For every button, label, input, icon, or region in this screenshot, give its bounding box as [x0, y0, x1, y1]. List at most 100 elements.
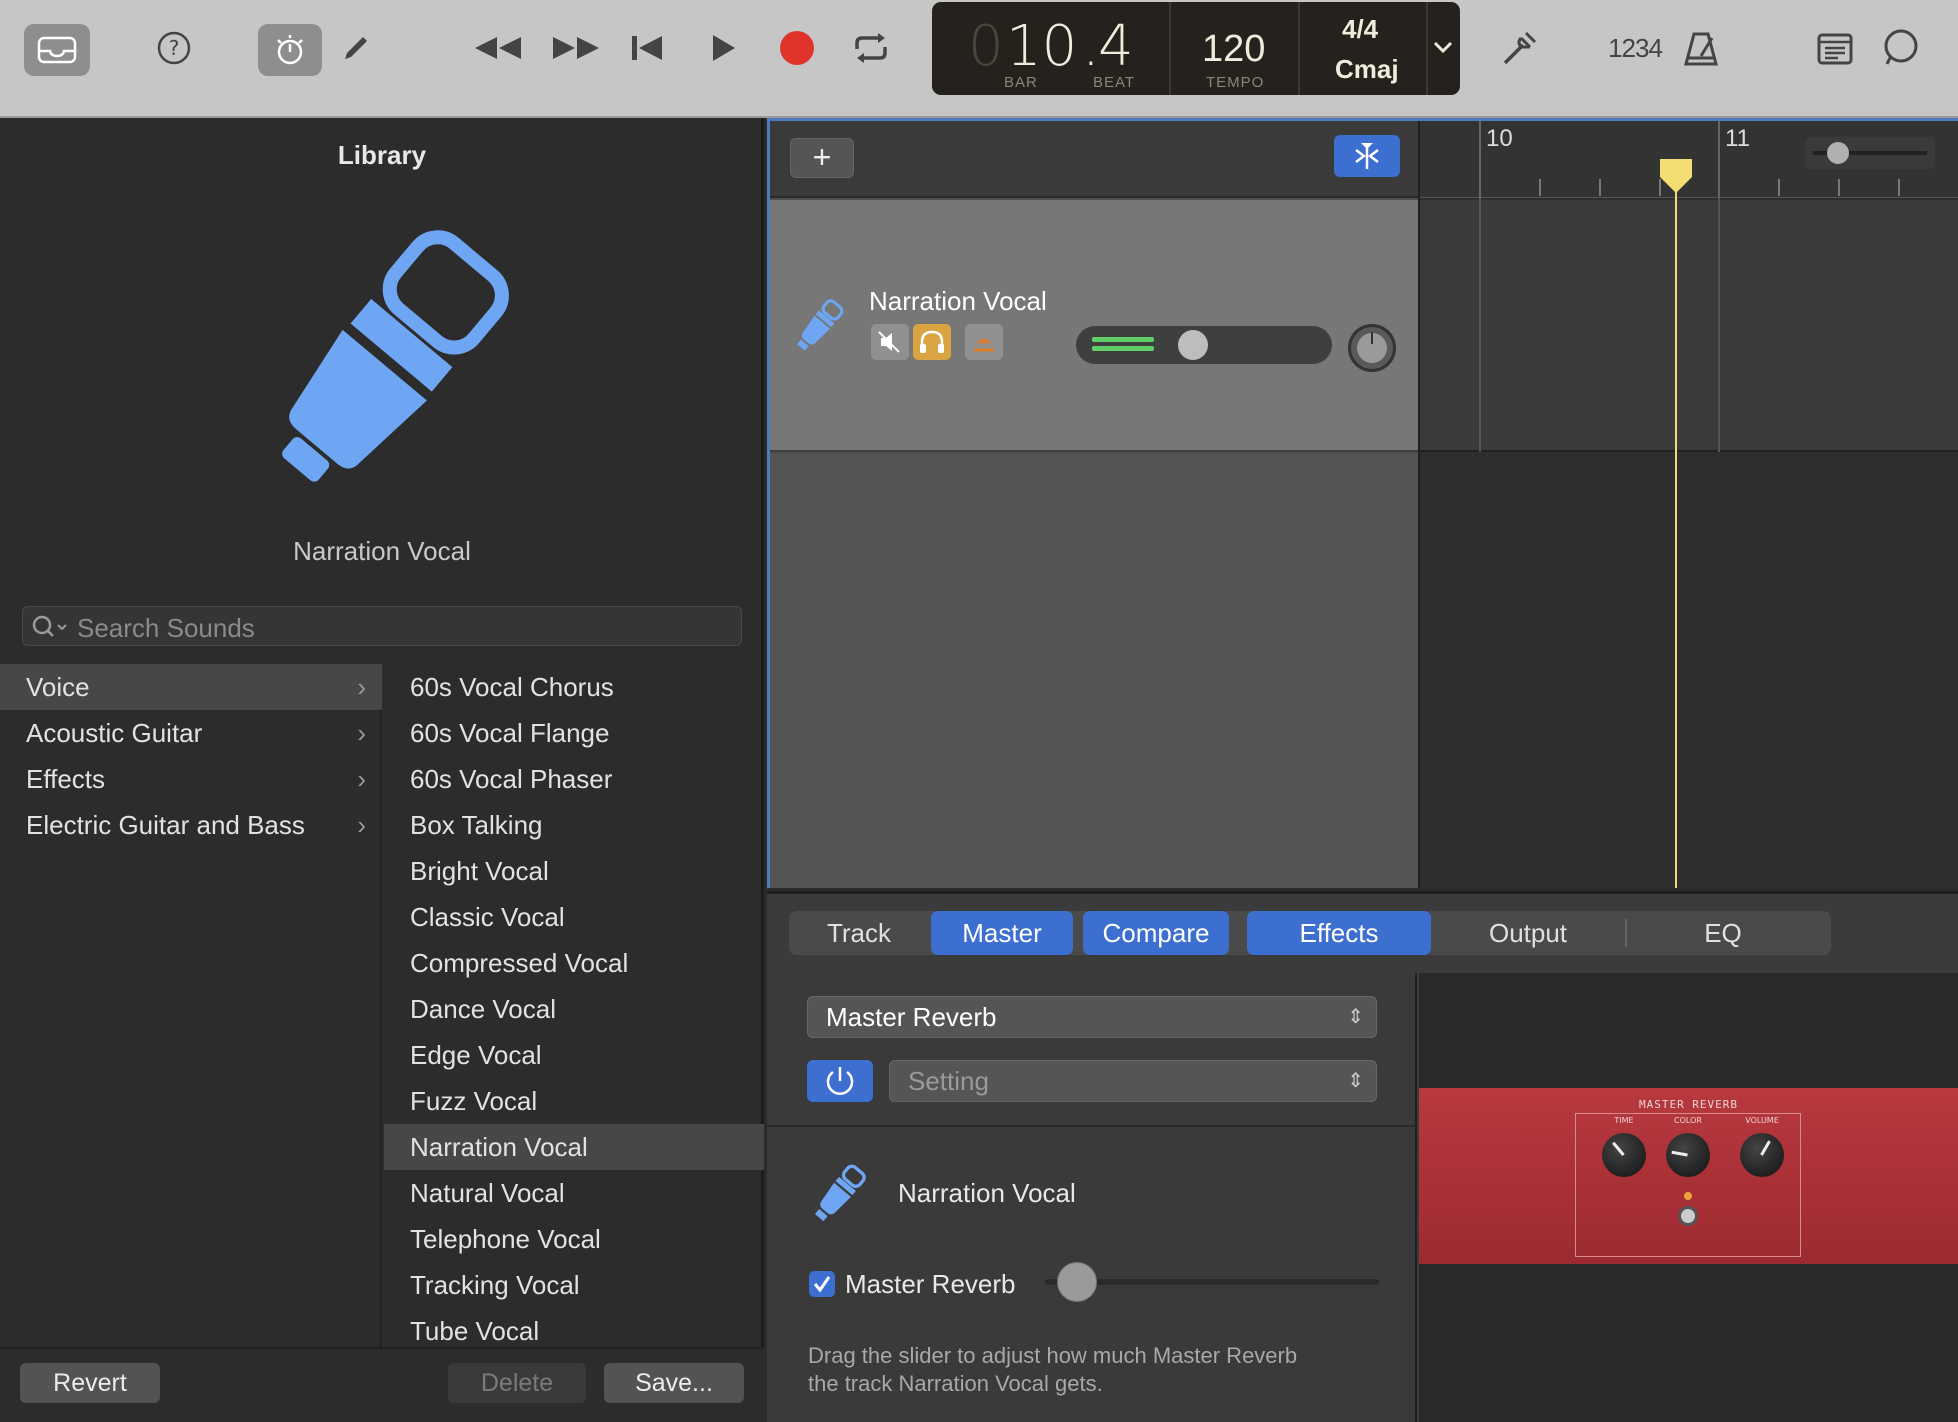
empty-track-area[interactable] [770, 454, 1418, 888]
chevron-right-icon: › [357, 672, 366, 702]
sound-list: 60s Vocal Chorus 60s Vocal Flange 60s Vo… [384, 664, 764, 1347]
sound-item[interactable]: Tracking Vocal [384, 1262, 764, 1308]
tab-output[interactable]: Output [1437, 911, 1619, 955]
sound-item[interactable]: Dance Vocal [384, 986, 764, 1032]
master-reverb-checkbox[interactable] [809, 1271, 835, 1297]
tab-track[interactable]: Track [789, 911, 929, 955]
category-item-electric-guitar-and-bass[interactable]: Electric Guitar and Bass › [0, 802, 382, 848]
lcd-bar-value: 10 [1006, 14, 1078, 79]
lcd-display[interactable]: 0 10 . 4 BAR BEAT 120 TEMPO 4/4 Cmaj [932, 2, 1460, 95]
headphones-icon [920, 330, 944, 353]
volume-knob[interactable] [1740, 1133, 1784, 1177]
key-value[interactable]: Cmaj [1335, 54, 1399, 85]
category-item-acoustic-guitar[interactable]: Acoustic Guitar › [0, 710, 382, 756]
notepad-icon [1817, 33, 1853, 65]
input-monitoring-button[interactable] [965, 324, 1003, 360]
category-item-voice[interactable]: Voice › [0, 664, 382, 710]
library-panel: Library Narration Vocal Search Sounds Vo… [0, 118, 764, 1422]
playhead-line[interactable] [1675, 161, 1677, 888]
loop-browser-button[interactable] [1876, 24, 1926, 72]
editors-button[interactable] [336, 28, 376, 68]
smart-controls-button[interactable] [258, 24, 322, 76]
sound-item[interactable]: Tube Vocal [384, 1308, 764, 1347]
record-button[interactable] [774, 26, 820, 70]
add-track-button[interactable]: + [790, 138, 854, 178]
mute-button[interactable] [871, 324, 909, 360]
footswitch[interactable] [1678, 1206, 1698, 1226]
category-list: Voice › Acoustic Guitar › Effects › Elec… [0, 664, 382, 1347]
effect-select[interactable]: Master Reverb ⇕ [807, 996, 1377, 1038]
sound-item[interactable]: Compressed Vocal [384, 940, 764, 986]
tab-master[interactable]: Master [931, 911, 1073, 955]
playhead-handle[interactable] [1658, 157, 1694, 195]
track-header-toolbar: + [770, 121, 1418, 198]
effects-view: MASTER REVERB TIME COLOR VOLUME [1419, 973, 1958, 1422]
help-button[interactable]: ? [154, 28, 194, 68]
sound-item[interactable]: 60s Vocal Phaser [384, 756, 764, 802]
metronome-button[interactable] [1678, 26, 1724, 72]
notepad-button[interactable] [1810, 26, 1860, 72]
rewind-icon [475, 37, 521, 59]
save-button[interactable]: Save... [604, 1363, 744, 1403]
pan-knob[interactable] [1348, 324, 1396, 372]
sound-item[interactable]: Bright Vocal [384, 848, 764, 894]
sound-item[interactable]: Edge Vocal [384, 1032, 764, 1078]
track-header-narration-vocal[interactable]: Narration Vocal [770, 200, 1418, 452]
track-lane[interactable] [1420, 200, 1958, 452]
level-meter [1092, 346, 1154, 351]
library-toggle-button[interactable] [24, 24, 90, 76]
setting-select[interactable]: Setting ⇕ [889, 1060, 1377, 1102]
tuner-button[interactable] [1494, 26, 1544, 72]
search-placeholder: Search Sounds [77, 613, 255, 643]
lcd-menu-chevron[interactable] [1430, 32, 1458, 66]
sound-item[interactable]: 60s Vocal Flange [384, 710, 764, 756]
zoom-slider[interactable] [1805, 137, 1935, 169]
color-knob[interactable] [1666, 1133, 1710, 1177]
sound-item[interactable]: Box Talking [384, 802, 764, 848]
setting-select-value: Setting [908, 1066, 989, 1096]
lcd-beat-label: BEAT [1093, 74, 1136, 91]
search-sounds-field[interactable]: Search Sounds [22, 606, 742, 646]
revert-button[interactable]: Revert [20, 1363, 160, 1403]
tempo-value[interactable]: 120 [1202, 28, 1265, 71]
effect-power-button[interactable] [807, 1060, 873, 1102]
count-in-button[interactable]: 1234 [1604, 28, 1666, 68]
compare-button[interactable]: Compare [1083, 911, 1229, 955]
timeline[interactable]: 10 11 [1418, 121, 1958, 888]
up-down-chevron-icon: ⇕ [1347, 1006, 1364, 1028]
fast-forward-button[interactable] [548, 26, 604, 70]
sound-item[interactable]: Natural Vocal [384, 1170, 764, 1216]
sound-item[interactable]: Telephone Vocal [384, 1216, 764, 1262]
delete-button[interactable]: Delete [448, 1363, 586, 1403]
knob-pointer [1612, 1141, 1625, 1156]
sound-item[interactable]: Classic Vocal [384, 894, 764, 940]
pedal-title: MASTER REVERB [1638, 1098, 1739, 1111]
master-reverb-slider-thumb[interactable] [1057, 1262, 1097, 1302]
master-reverb-pedal[interactable]: MASTER REVERB TIME COLOR VOLUME [1419, 1088, 1958, 1264]
cycle-button[interactable] [846, 26, 896, 70]
help-text-line-2: the track Narration Vocal gets. [808, 1371, 1103, 1396]
tracks-area: + Narration Vocal 10 11 [767, 118, 1958, 888]
time-signature-value[interactable]: 4/4 [1342, 14, 1378, 45]
category-item-effects[interactable]: Effects › [0, 756, 382, 802]
effect-select-value: Master Reverb [826, 1002, 997, 1032]
play-button[interactable] [700, 26, 746, 70]
zoom-slider-thumb[interactable] [1827, 142, 1849, 164]
sound-item[interactable]: Fuzz Vocal [384, 1078, 764, 1124]
tab-effects[interactable]: Effects [1247, 911, 1431, 955]
sound-item[interactable]: 60s Vocal Chorus [384, 664, 764, 710]
catch-playhead-button[interactable] [1334, 135, 1400, 177]
knob-pointer [1671, 1150, 1688, 1157]
knob-volume-label: VOLUME [1745, 1116, 1779, 1125]
master-reverb-slider[interactable] [1045, 1262, 1379, 1302]
tab-eq[interactable]: EQ [1631, 911, 1815, 955]
category-label: Acoustic Guitar [26, 718, 203, 748]
sound-item-selected[interactable]: Narration Vocal [384, 1124, 764, 1170]
time-knob[interactable] [1602, 1133, 1646, 1177]
volume-slider-thumb[interactable] [1178, 330, 1208, 360]
rewind-button[interactable] [470, 26, 526, 70]
solo-button[interactable] [913, 324, 951, 360]
go-to-beginning-button[interactable] [624, 26, 670, 70]
volume-slider[interactable] [1076, 326, 1332, 364]
track-name[interactable]: Narration Vocal [869, 286, 1047, 317]
